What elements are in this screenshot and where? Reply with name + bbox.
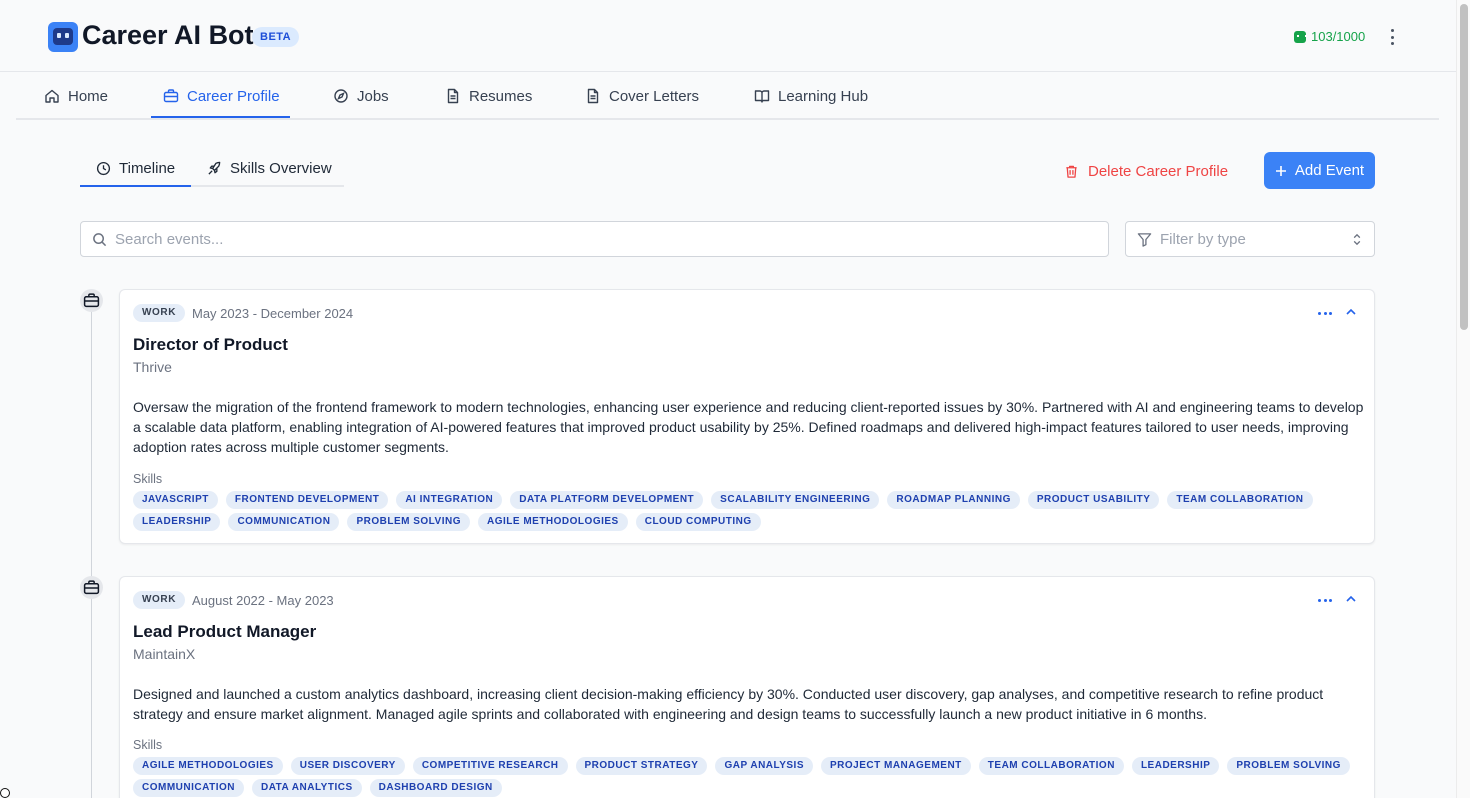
book-icon bbox=[754, 90, 770, 103]
search-input[interactable] bbox=[115, 222, 1095, 256]
event-title: Lead Product Manager bbox=[133, 622, 317, 641]
trash-icon bbox=[1066, 165, 1077, 178]
app-header: Career AI Bot BETA 103/1000 bbox=[0, 0, 1456, 72]
scrollbar-thumb[interactable] bbox=[1460, 4, 1468, 330]
document-icon bbox=[447, 88, 459, 104]
event-card: WORK May 2023 - December 2024 Director o… bbox=[119, 289, 1375, 544]
clock-icon bbox=[96, 161, 111, 176]
skill-tag: DATA PLATFORM DEVELOPMENT bbox=[510, 491, 704, 509]
plus-icon bbox=[1275, 165, 1286, 176]
nav-career-profile[interactable]: Career Profile bbox=[163, 72, 280, 120]
skill-tag: TEAM COLLABORATION bbox=[1167, 491, 1313, 509]
skill-tag: LEADERSHIP bbox=[133, 513, 221, 531]
timeline-line bbox=[91, 300, 92, 798]
skill-tag: LEADERSHIP bbox=[1131, 757, 1220, 775]
skill-tag: DASHBOARD DESIGN bbox=[369, 779, 502, 797]
skill-tag: FRONTEND DEVELOPMENT bbox=[225, 491, 389, 509]
skill-tag: AGILE METHODOLOGIES bbox=[133, 757, 283, 775]
tab-skills-overview[interactable]: Skills Overview bbox=[207, 152, 332, 185]
skill-tag: AGILE METHODOLOGIES bbox=[477, 513, 628, 531]
nav-jobs[interactable]: Jobs bbox=[333, 72, 389, 120]
event-description: Oversaw the migration of the frontend fr… bbox=[133, 399, 1364, 455]
home-icon bbox=[45, 89, 59, 103]
chevron-up-icon[interactable] bbox=[1344, 305, 1358, 319]
timeline-node bbox=[80, 289, 103, 312]
profile-subtabs: Timeline Skills Overview bbox=[80, 152, 344, 187]
search-icon bbox=[93, 233, 107, 247]
more-menu-icon[interactable] bbox=[1386, 27, 1398, 47]
event-company: Thrive bbox=[133, 359, 172, 375]
robot-logo-icon bbox=[48, 22, 78, 52]
skill-tag: PROJECT MANAGEMENT bbox=[821, 757, 971, 775]
skill-tag: DATA ANALYTICS bbox=[251, 779, 362, 797]
event-dates: May 2023 - December 2024 bbox=[192, 306, 354, 321]
nav-active-indicator bbox=[151, 116, 290, 118]
skill-tag: ROADMAP PLANNING bbox=[887, 491, 1020, 509]
subtab-active-indicator bbox=[80, 185, 191, 187]
skill-tag: CLOUD COMPUTING bbox=[635, 513, 761, 531]
skill-tag: GAP ANALYSIS bbox=[715, 757, 813, 775]
skills-label: Skills bbox=[133, 738, 163, 752]
skills-list: AGILE METHODOLOGIES USER DISCOVERY COMPE… bbox=[133, 757, 1358, 797]
skill-tag: USER DISCOVERY bbox=[290, 757, 405, 775]
credits-counter[interactable]: 103/1000 bbox=[1294, 29, 1365, 44]
add-event-button[interactable]: Add Event bbox=[1264, 152, 1375, 189]
event-type-badge: WORK bbox=[133, 304, 186, 322]
nav-cover-letters[interactable]: Cover Letters bbox=[585, 72, 699, 120]
skill-tag: PROBLEM SOLVING bbox=[1227, 757, 1350, 775]
briefcase-icon bbox=[83, 293, 100, 308]
select-arrows-icon bbox=[1353, 233, 1361, 246]
page-scrollbar[interactable] bbox=[1456, 0, 1470, 798]
briefcase-icon bbox=[83, 580, 100, 595]
event-description: Designed and launched a custom analytics… bbox=[133, 686, 1324, 722]
credits-value: 103/1000 bbox=[1311, 29, 1366, 44]
skill-tag: COMMUNICATION bbox=[228, 513, 340, 531]
filter-icon bbox=[1137, 233, 1152, 247]
timeline-node bbox=[80, 576, 103, 599]
briefcase-icon bbox=[163, 89, 179, 103]
skill-tag: PRODUCT USABILITY bbox=[1027, 491, 1160, 509]
skill-tag: TEAM COLLABORATION bbox=[978, 757, 1124, 775]
app-title: Career AI Bot bbox=[82, 20, 254, 50]
skill-tag: AI INTEGRATION bbox=[396, 491, 503, 509]
event-card: WORK August 2022 - May 2023 Lead Product… bbox=[119, 576, 1375, 798]
event-company: MaintainX bbox=[133, 646, 196, 662]
filter-by-type-select[interactable]: Filter by type bbox=[1125, 221, 1375, 257]
mouse-cursor-icon bbox=[0, 788, 10, 798]
event-title: Director of Product bbox=[133, 335, 288, 354]
skill-tag: PRODUCT STRATEGY bbox=[575, 757, 708, 775]
skills-label: Skills bbox=[133, 472, 163, 486]
tab-timeline[interactable]: Timeline bbox=[96, 152, 175, 185]
event-dates: August 2022 - May 2023 bbox=[192, 593, 334, 608]
nav-resumes[interactable]: Resumes bbox=[445, 72, 532, 120]
more-options-icon[interactable] bbox=[1318, 593, 1332, 607]
rocket-icon bbox=[208, 161, 221, 175]
skill-tag: JAVASCRIPT bbox=[133, 491, 218, 509]
skills-list: JAVASCRIPT FRONTEND DEVELOPMENT AI INTEG… bbox=[133, 491, 1358, 531]
beta-badge: BETA bbox=[252, 27, 300, 47]
compass-icon bbox=[334, 89, 348, 103]
nav-learning-hub[interactable]: Learning Hub bbox=[754, 72, 868, 120]
main-nav: Home Career Profile Jobs Resumes Cover L… bbox=[16, 72, 1439, 120]
nav-home[interactable]: Home bbox=[44, 72, 108, 120]
skill-tag: PROBLEM SOLVING bbox=[347, 513, 470, 531]
skill-tag: COMPETITIVE RESEARCH bbox=[412, 757, 568, 775]
event-type-badge: WORK bbox=[133, 591, 186, 609]
skill-tag: COMMUNICATION bbox=[133, 779, 244, 797]
document-icon bbox=[587, 88, 599, 104]
chevron-up-icon[interactable] bbox=[1344, 592, 1358, 606]
search-box bbox=[80, 221, 1109, 257]
skill-tag: SCALABILITY ENGINEERING bbox=[711, 491, 880, 509]
credits-icon bbox=[1294, 30, 1307, 43]
filter-placeholder: Filter by type bbox=[1160, 231, 1246, 248]
delete-career-profile-button[interactable]: Delete Career Profile bbox=[1064, 158, 1228, 184]
more-options-icon[interactable] bbox=[1318, 306, 1332, 320]
